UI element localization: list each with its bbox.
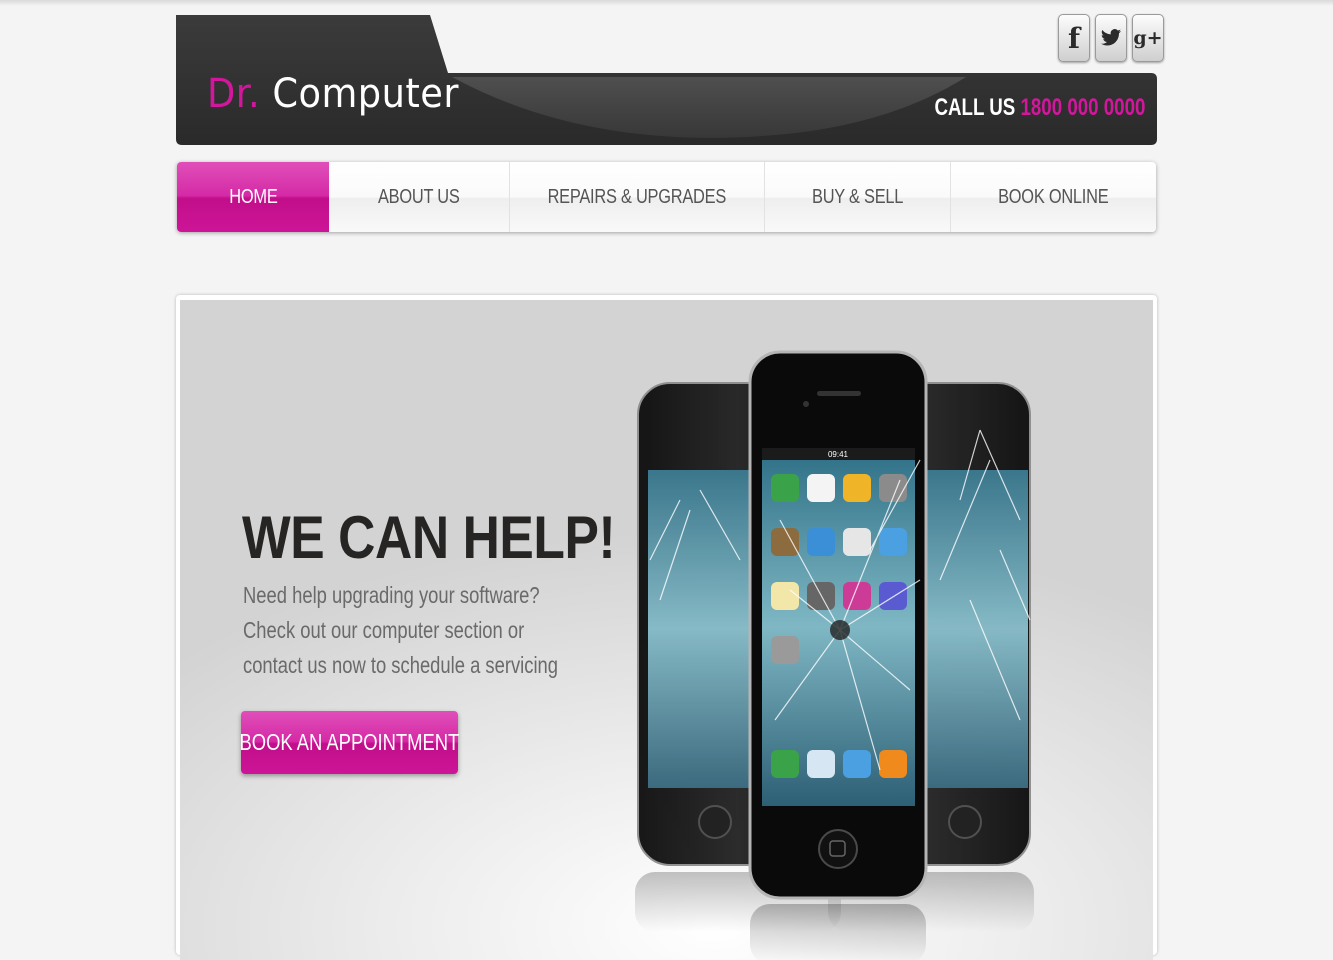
hero-slide: 09:41 WE CAN HELP! Need help upgrading y… bbox=[180, 300, 1153, 960]
twitter-icon bbox=[1100, 29, 1122, 46]
nav-home[interactable]: HOME bbox=[177, 162, 329, 232]
app-icon bbox=[843, 474, 871, 502]
hero-slider: 09:41 WE CAN HELP! Need help upgrading y… bbox=[176, 295, 1157, 960]
app-icon bbox=[771, 582, 799, 610]
hero-line: contact us now to schedule a servicing bbox=[243, 652, 559, 678]
nav-book-online[interactable]: BOOK ONLINE bbox=[950, 162, 1156, 232]
twitter-button[interactable] bbox=[1095, 14, 1127, 62]
dock-app-icon bbox=[843, 750, 871, 778]
phone-number[interactable]: 1800 000 0000 bbox=[1020, 94, 1145, 121]
dock-app-icon bbox=[771, 750, 799, 778]
dock-app-icon bbox=[807, 750, 835, 778]
logo-name: Computer bbox=[272, 71, 459, 117]
google-plus-icon: g+ bbox=[1133, 27, 1163, 49]
facebook-icon: f bbox=[1067, 21, 1081, 55]
nav-repairs-upgrades[interactable]: REPAIRS & UPGRADES bbox=[509, 162, 764, 232]
app-icon bbox=[771, 636, 799, 664]
hero-description: Need help upgrading your software? Check… bbox=[243, 578, 603, 683]
app-icon bbox=[879, 582, 907, 610]
app-icon bbox=[771, 474, 799, 502]
call-us-label: CALL US bbox=[934, 94, 1015, 121]
nav-about-us[interactable]: ABOUT US bbox=[329, 162, 509, 232]
hero-title: WE CAN HELP! bbox=[242, 504, 616, 571]
social-links: f g+ bbox=[1058, 14, 1164, 62]
top-shade bbox=[0, 0, 1333, 6]
call-us: CALL US 1800 000 0000 bbox=[934, 94, 1145, 122]
app-icon bbox=[807, 474, 835, 502]
nav-repairs-upgrades-label: REPAIRS & UPGRADES bbox=[547, 185, 727, 208]
app-icon bbox=[771, 528, 799, 556]
site-header: Dr. Computer CALL US 1800 000 0000 bbox=[176, 15, 1157, 145]
app-icon bbox=[879, 528, 907, 556]
nav-buy-sell[interactable]: BUY & SELL bbox=[764, 162, 950, 232]
app-icon bbox=[807, 528, 835, 556]
hero-line: Check out our computer section or bbox=[243, 617, 525, 643]
nav-home-label: HOME bbox=[228, 185, 278, 208]
book-appointment-button[interactable]: BOOK AN APPOINTMENT bbox=[239, 711, 460, 774]
google-plus-button[interactable]: g+ bbox=[1132, 14, 1164, 62]
nav-about-us-label: ABOUT US bbox=[378, 185, 460, 208]
logo-prefix: Dr. bbox=[207, 71, 261, 117]
dock-app-icon bbox=[879, 750, 907, 778]
facebook-button[interactable]: f bbox=[1058, 14, 1090, 62]
main-nav: HOME ABOUT US REPAIRS & UPGRADES BUY & S… bbox=[177, 162, 1156, 232]
app-icon bbox=[843, 528, 871, 556]
nav-book-online-label: BOOK ONLINE bbox=[998, 185, 1109, 208]
hero-line: Need help upgrading your software? bbox=[243, 582, 540, 608]
site-logo[interactable]: Dr. Computer bbox=[207, 71, 459, 117]
nav-buy-sell-label: BUY & SELL bbox=[811, 185, 904, 208]
phone-time: 09:41 bbox=[828, 450, 849, 459]
book-appointment-label: BOOK AN APPOINTMENT bbox=[239, 729, 460, 755]
